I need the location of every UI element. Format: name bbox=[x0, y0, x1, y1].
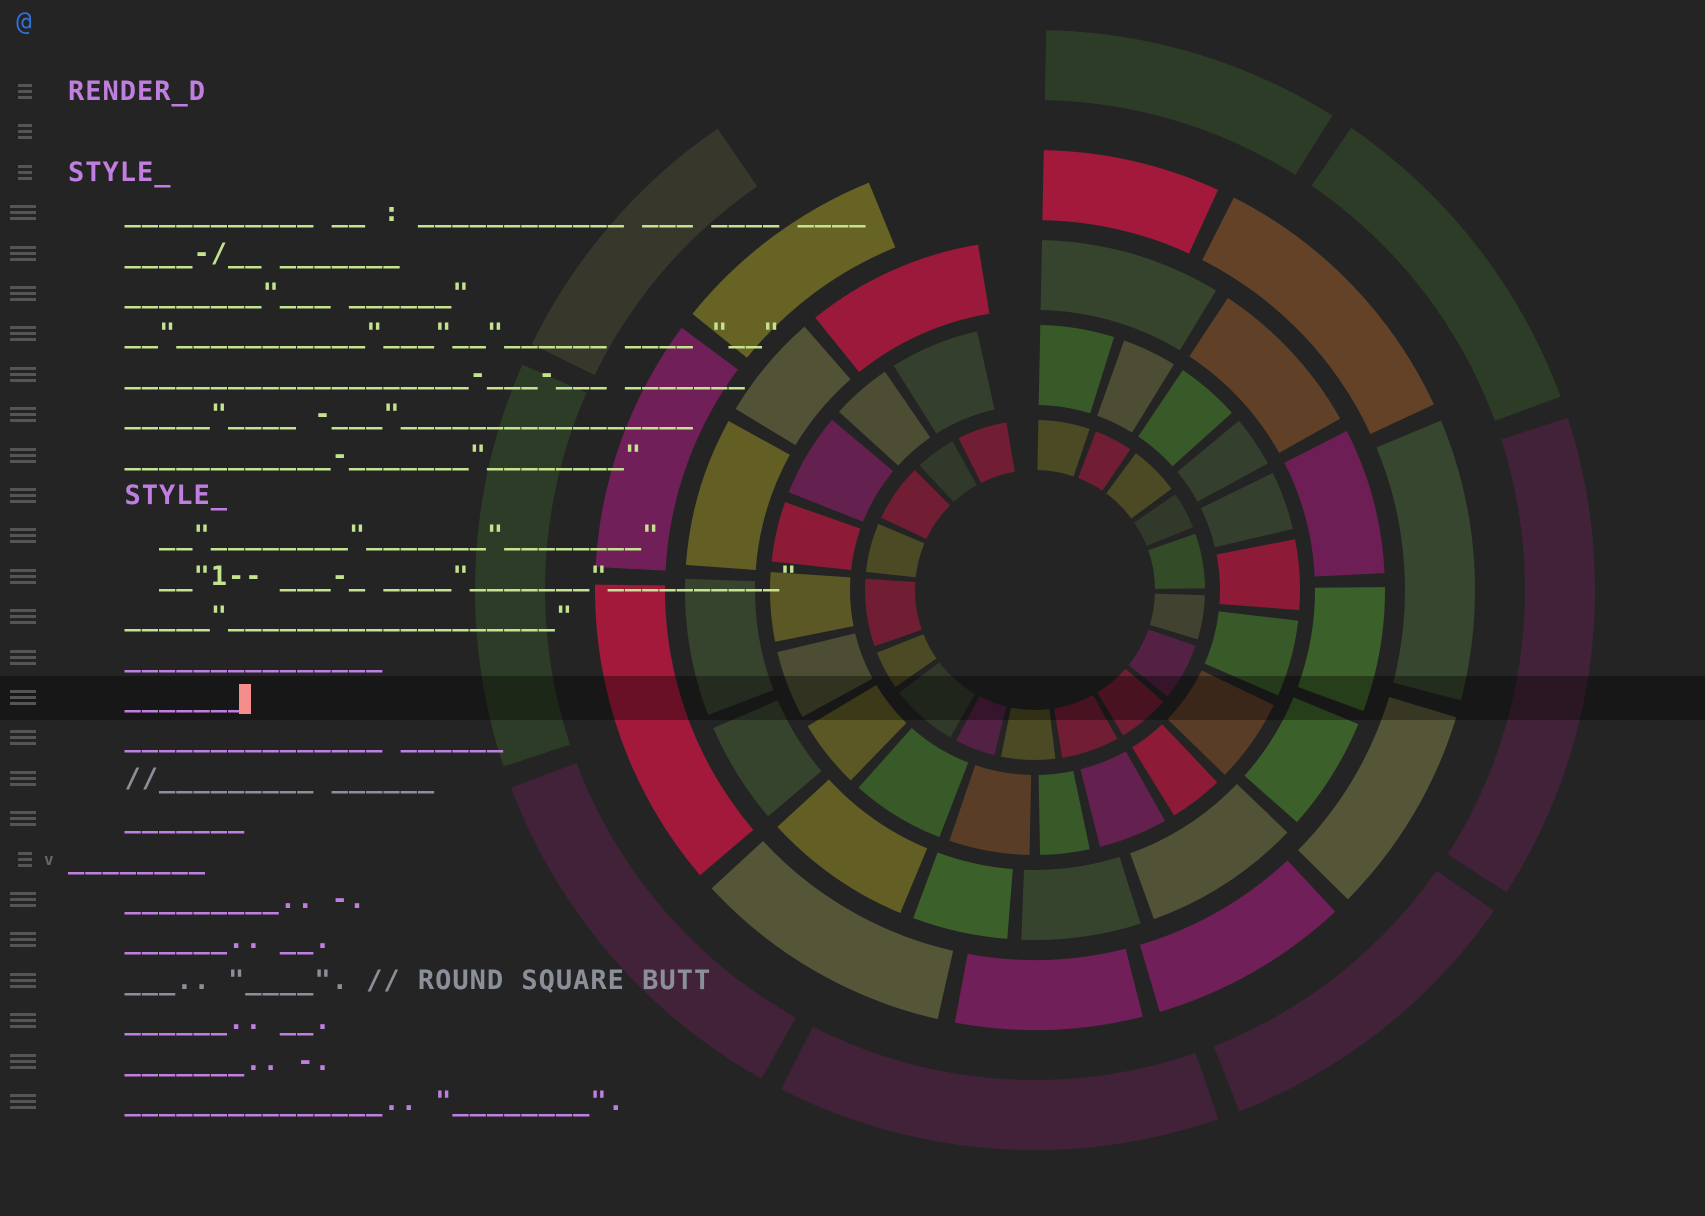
minimap-marker bbox=[10, 245, 36, 262]
code-line[interactable]: ______.. __. bbox=[0, 918, 1705, 962]
code-text: //_________ ______ bbox=[90, 762, 436, 794]
minimap-marker bbox=[18, 164, 32, 181]
minimap-marker bbox=[10, 286, 36, 302]
code-text: STYLE_ bbox=[68, 156, 172, 188]
code-text: ______.. __. bbox=[90, 924, 332, 956]
minimap-marker bbox=[10, 690, 36, 706]
line-gutter bbox=[0, 0, 60, 1216]
code-line[interactable]: ____________-_______"________" bbox=[0, 434, 1705, 478]
minimap-marker bbox=[10, 568, 36, 585]
code-line[interactable]: _______ bbox=[0, 797, 1705, 841]
code-text: ______.. __. bbox=[90, 1005, 332, 1037]
minimap-marker bbox=[18, 124, 32, 141]
code-line[interactable]: RENDER_D bbox=[0, 70, 1705, 114]
minimap-marker bbox=[10, 1013, 36, 1030]
minimap-marker bbox=[10, 770, 36, 787]
code-text: ____-/__ _______ bbox=[90, 237, 401, 269]
minimap-marker bbox=[10, 488, 36, 504]
code-text: __"___________"___"__"______ ____ "__" bbox=[90, 318, 781, 350]
code-text: _______________ ______ bbox=[90, 722, 505, 754]
minimap-marker bbox=[10, 649, 36, 666]
code-line[interactable]: ________ v bbox=[0, 838, 1705, 882]
code-text: _______ bbox=[90, 803, 246, 835]
code-text: _______________ bbox=[90, 641, 384, 673]
code-editor[interactable]: @ RENDER_D STYLE_ ___________ __ : ______… bbox=[0, 0, 1705, 1216]
code-line[interactable]: _______________ ______ bbox=[0, 716, 1705, 760]
swirl-icon: @ bbox=[16, 7, 32, 37]
code-text: _____"____ -___"_________________ bbox=[90, 399, 694, 431]
code-text: ____________________-___-___ _______ bbox=[90, 358, 746, 390]
code-text: RENDER_D bbox=[68, 76, 207, 107]
minimap-marker bbox=[10, 609, 36, 626]
code-text: ___.. "____". // ROUND SQUARE BUTT bbox=[90, 964, 712, 996]
code-line[interactable]: ___________ __ : ____________ ___ ____ _… bbox=[0, 191, 1705, 235]
code-text: _______.. -. bbox=[90, 1045, 332, 1077]
code-line[interactable]: //_________ ______ bbox=[0, 757, 1705, 801]
code-line[interactable]: _____"___________________" bbox=[0, 595, 1705, 639]
minimap-marker bbox=[10, 205, 36, 222]
code-line[interactable]: _______ bbox=[0, 676, 1705, 720]
code-lines[interactable]: RENDER_D STYLE_ ___________ __ : ________… bbox=[0, 0, 1705, 1216]
code-text: ________ bbox=[68, 843, 207, 875]
code-line[interactable]: __"________"_______"________" bbox=[0, 514, 1705, 558]
minimap-marker bbox=[10, 326, 36, 343]
minimap-marker bbox=[10, 366, 36, 383]
code-text: _______ bbox=[90, 682, 246, 713]
code-line[interactable]: ____________________-___-___ _______ bbox=[0, 353, 1705, 397]
code-line[interactable]: _____"____ -___"_________________ bbox=[0, 393, 1705, 437]
code-line[interactable]: _______________ bbox=[0, 636, 1705, 680]
code-line[interactable]: ___.. "____". // ROUND SQUARE BUTT bbox=[0, 959, 1705, 1003]
minimap-marker bbox=[10, 730, 36, 747]
code-line[interactable]: _________.. -. bbox=[0, 878, 1705, 922]
code-line[interactable]: __"___________"___"__"______ ____ "__" bbox=[0, 312, 1705, 356]
code-text: __"1-- ___-_ ____"_______"__________" bbox=[90, 560, 798, 592]
minimap-marker bbox=[10, 811, 36, 828]
minimap-marker bbox=[18, 851, 32, 868]
code-line[interactable]: ______.. __. bbox=[0, 999, 1705, 1043]
code-line[interactable]: _______.. -. bbox=[0, 1040, 1705, 1084]
code-text: ____________-_______"________" bbox=[90, 439, 643, 471]
minimap-marker bbox=[10, 932, 36, 949]
code-line[interactable]: STYLE_ bbox=[0, 474, 1705, 518]
code-text: STYLE_ bbox=[90, 480, 229, 511]
code-text: ________"___ ______" bbox=[90, 278, 470, 309]
minimap-marker bbox=[10, 892, 36, 908]
code-text: ___________ __ : ____________ ___ ____ _… bbox=[90, 197, 867, 229]
minimap-marker bbox=[10, 447, 36, 464]
code-line[interactable] bbox=[0, 110, 1705, 154]
minimap-marker bbox=[10, 528, 36, 545]
minimap-marker bbox=[10, 1094, 36, 1110]
code-line[interactable]: ____-/__ _______ bbox=[0, 232, 1705, 276]
code-line[interactable]: ________"___ ______" bbox=[0, 272, 1705, 316]
code-line[interactable]: STYLE_ bbox=[0, 151, 1705, 195]
code-line[interactable]: __"1-- ___-_ ____"_______"__________" bbox=[0, 555, 1705, 599]
code-text: _______________.. "________". bbox=[90, 1086, 625, 1117]
code-text: _____"___________________" bbox=[90, 601, 574, 633]
minimap-marker bbox=[18, 84, 32, 100]
minimap-marker bbox=[10, 972, 36, 989]
code-text: _________.. -. bbox=[90, 884, 367, 915]
code-text: __"________"_______"________" bbox=[90, 520, 660, 552]
minimap-marker bbox=[10, 1053, 36, 1070]
minimap-marker bbox=[10, 407, 36, 424]
code-line[interactable]: _______________.. "________". bbox=[0, 1080, 1705, 1124]
text-cursor bbox=[238, 684, 251, 714]
